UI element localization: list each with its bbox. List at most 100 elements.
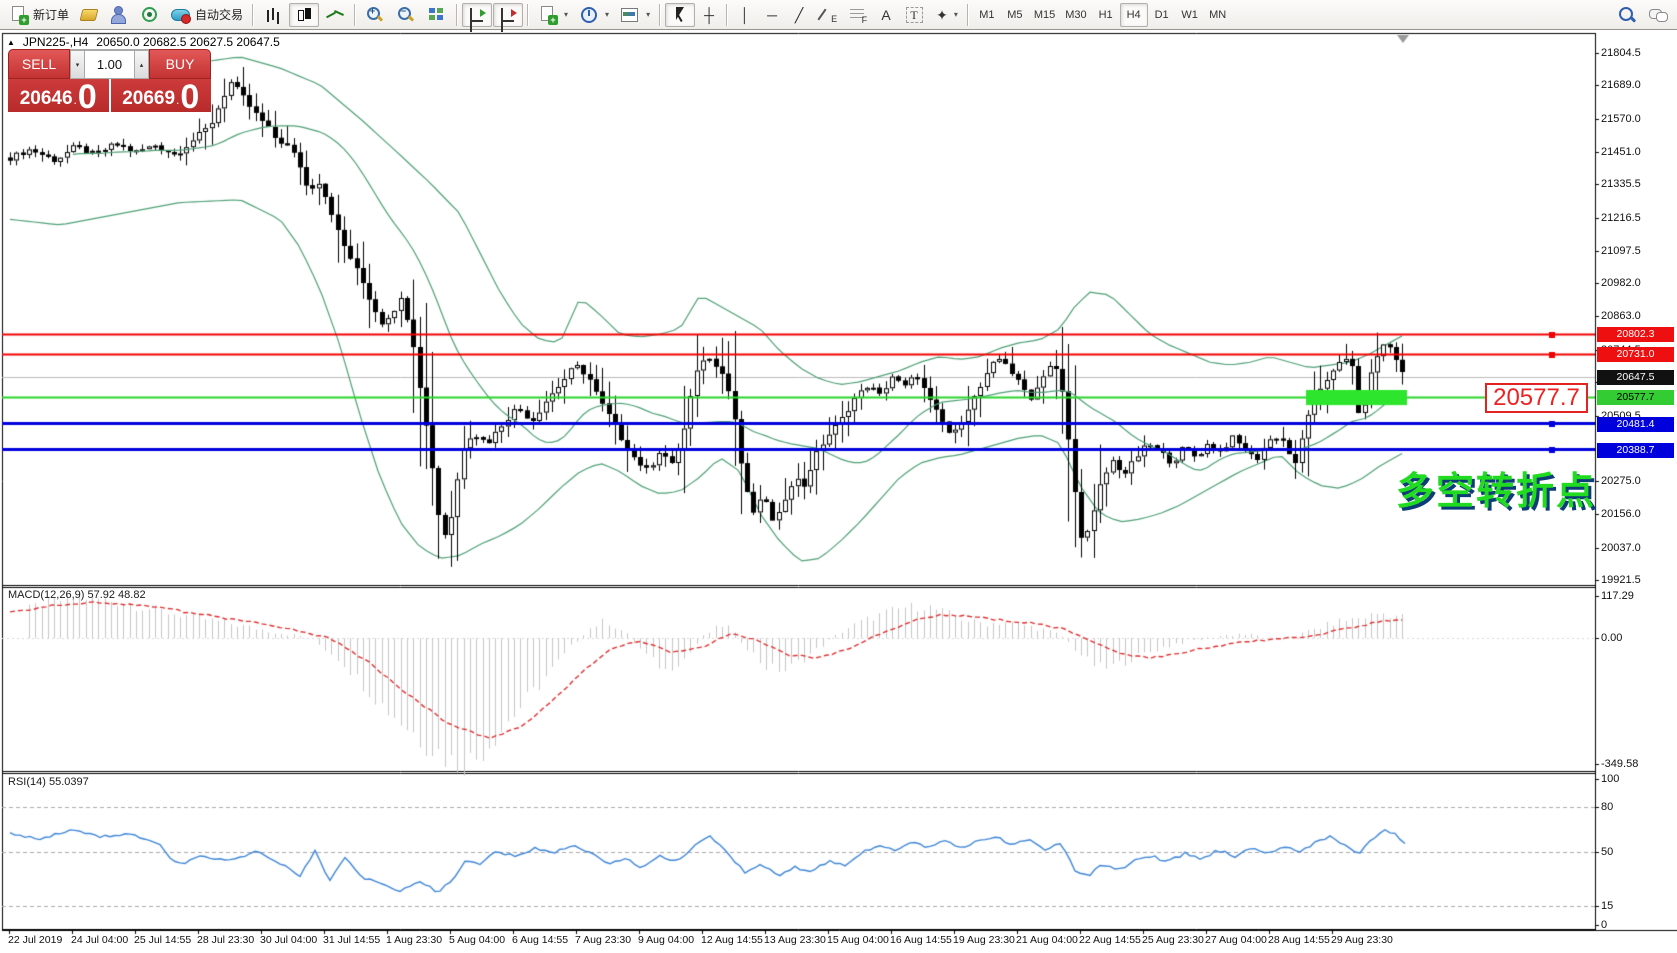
time-tick-label: 21 Aug 04:00 [1016, 934, 1078, 946]
price-tick-label: 21097.5 [1601, 245, 1641, 257]
toolbar-separator [726, 4, 728, 26]
text-button[interactable]: A [873, 3, 899, 27]
one-click-trade-panel: SELL ▾ ▴ BUY 20646 . 0 20669 . 0 [8, 49, 211, 112]
market-watch-button[interactable] [75, 3, 103, 27]
volume-input[interactable] [85, 50, 134, 79]
text-label-button[interactable]: T [900, 3, 930, 27]
sell-button[interactable]: SELL [8, 49, 70, 79]
toolbar-separator [354, 4, 356, 26]
chart-header: ▲ JPN225-,H4 20650.0 20682.5 20627.5 206… [7, 35, 280, 49]
buy-button[interactable]: BUY [149, 49, 211, 79]
chevron-down-icon: ▾ [954, 10, 958, 19]
trade-panel-prices: 20646 . 0 20669 . 0 [8, 79, 211, 112]
sell-price[interactable]: 20646 . 0 [8, 79, 109, 112]
tile-windows-button[interactable] [422, 3, 452, 27]
toolbar-separator [527, 4, 529, 26]
auto-scroll-button[interactable] [462, 3, 492, 27]
mt4-window: 新订单 自动交易 + − ▾ ▾ ▾ ┼ │ ─ ╱ A T ✦▾ [0, 0, 1677, 953]
trade-panel-top: SELL ▾ ▴ BUY [8, 49, 211, 79]
timeframe-h1[interactable]: H1 [1092, 3, 1120, 27]
price-line-badge: 20731.0 [1597, 347, 1674, 362]
autotrade-button[interactable]: 自动交易 [166, 3, 248, 27]
new-order-label: 新订单 [33, 6, 69, 23]
price-tick-label: 20275.0 [1601, 475, 1641, 487]
periods-button[interactable]: ▾ [574, 3, 614, 27]
tile-windows-icon [427, 6, 447, 24]
fibonacci-button[interactable] [844, 3, 872, 27]
zoom-out-button[interactable]: − [391, 3, 421, 27]
line-chart-button[interactable] [320, 3, 350, 27]
auto-scroll-icon [467, 6, 487, 24]
templates-button[interactable]: ▾ [615, 3, 655, 27]
line-chart-icon [325, 6, 345, 24]
timeframe-m5[interactable]: M5 [1001, 3, 1029, 27]
volume-down-button[interactable]: ▾ [70, 50, 85, 79]
collapse-triangle-icon[interactable]: ▲ [7, 38, 15, 47]
time-tick-label: 22 Jul 2019 [8, 934, 62, 946]
timeframe-mn[interactable]: MN [1204, 3, 1232, 27]
bar-chart-button[interactable] [258, 3, 288, 27]
time-tick-label: 16 Aug 14:55 [890, 934, 952, 946]
chat-button[interactable] [1643, 3, 1673, 27]
toolbar-separator [967, 4, 969, 26]
new-order-button[interactable]: 新订单 [4, 3, 74, 27]
zoom-out-icon: − [396, 6, 416, 24]
arrows-button[interactable]: ✦▾ [931, 3, 963, 27]
turning-point-text[interactable]: 多空转折点 [1396, 460, 1596, 515]
rsi-tick-label: 80 [1601, 801, 1613, 813]
trendline-icon: ╱ [795, 8, 803, 22]
timeframe-m1[interactable]: M1 [973, 3, 1001, 27]
time-tick-label: 12 Aug 14:55 [701, 934, 763, 946]
time-tick-label: 28 Aug 14:55 [1268, 934, 1330, 946]
rsi-tick-label: 100 [1601, 773, 1619, 785]
symbol-title: JPN225-,H4 [23, 35, 88, 49]
time-tick-label: 31 Jul 14:55 [323, 934, 380, 946]
price-tick-label: 21216.5 [1601, 212, 1641, 224]
candlestick-button[interactable] [289, 3, 319, 27]
price-tick-label: 20156.0 [1601, 508, 1641, 520]
price-tick-label: 21335.5 [1601, 178, 1641, 190]
timeframe-h4[interactable]: H4 [1120, 3, 1148, 27]
signals-button[interactable] [135, 3, 165, 27]
cursor-button[interactable] [665, 3, 695, 27]
timeframe-w1[interactable]: W1 [1176, 3, 1204, 27]
time-tick-label: 24 Jul 04:00 [71, 934, 128, 946]
time-tick-label: 25 Aug 23:30 [1142, 934, 1204, 946]
ohlc-values: 20650.0 20682.5 20627.5 20647.5 [96, 35, 280, 49]
price-tick-label: 21689.0 [1601, 79, 1641, 91]
timeframe-d1[interactable]: D1 [1148, 3, 1176, 27]
profile-button[interactable] [104, 3, 134, 27]
new-order-icon [9, 6, 29, 24]
rsi-tick-label: 15 [1601, 900, 1613, 912]
text-label-icon: T [905, 6, 925, 24]
rsi-tick-label: 50 [1601, 846, 1613, 858]
buy-price[interactable]: 20669 . 0 [111, 79, 212, 112]
signal-icon [140, 6, 160, 24]
volume-up-button[interactable]: ▴ [134, 50, 149, 79]
chat-icon [1648, 6, 1668, 24]
search-button[interactable] [1612, 3, 1642, 27]
price-callout-box[interactable]: 20577.7 [1485, 383, 1588, 413]
sell-price-big-digit: 0 [78, 84, 97, 110]
price-line-badge: 20481.4 [1597, 417, 1674, 432]
text-icon: A [881, 8, 890, 22]
price-tick-label: 20037.0 [1601, 542, 1641, 554]
trendline-button[interactable]: ╱ [786, 3, 812, 27]
zoom-in-button[interactable]: + [360, 3, 390, 27]
vertical-line-icon: │ [741, 8, 750, 22]
time-tick-label: 13 Aug 23:30 [764, 934, 826, 946]
autotrade-icon [171, 6, 191, 24]
time-tick-label: 29 Aug 23:30 [1331, 934, 1393, 946]
horizontal-line-button[interactable]: ─ [759, 3, 785, 27]
channel-button[interactable] [813, 3, 843, 27]
chart-shift-button[interactable] [493, 3, 523, 27]
vertical-line-button[interactable]: │ [732, 3, 758, 27]
rsi-tick-label: 0 [1601, 919, 1607, 931]
crosshair-button[interactable]: ┼ [696, 3, 722, 27]
time-tick-label: 1 Aug 23:30 [386, 934, 442, 946]
book-icon [80, 6, 98, 24]
indicators-button[interactable]: ▾ [533, 3, 573, 27]
timeframe-m30[interactable]: M30 [1060, 3, 1091, 27]
time-tick-label: 22 Aug 14:55 [1079, 934, 1141, 946]
timeframe-m15[interactable]: M15 [1029, 3, 1060, 27]
